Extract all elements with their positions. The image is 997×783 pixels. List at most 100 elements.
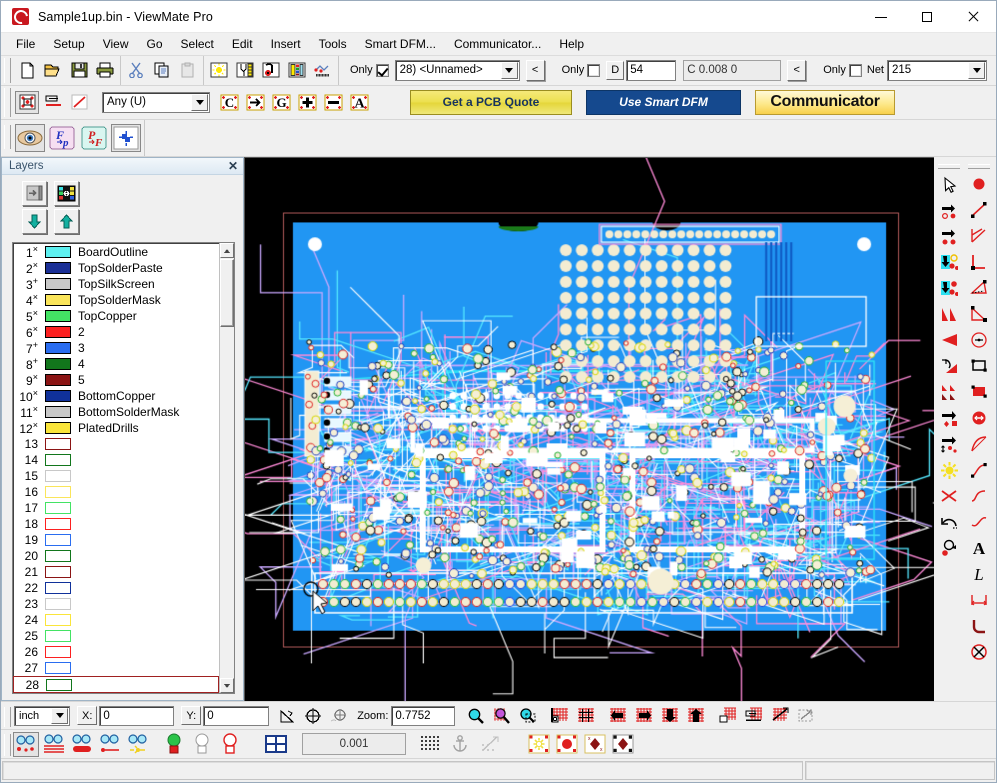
layer-row[interactable]: 14 [13,452,219,468]
layer-color-swatch[interactable] [45,614,71,627]
layer-color-swatch[interactable] [45,278,71,291]
glasses-trace-icon[interactable] [97,731,123,757]
dcode-prev-button[interactable]: < [787,59,807,81]
layer-color-swatch[interactable] [45,470,71,483]
zoom-in-icon[interactable] [464,704,489,727]
move-up-icon[interactable] [54,209,79,235]
layer-row[interactable]: 9× 5 [13,372,219,388]
draw-tri2-icon[interactable] [966,301,992,327]
move-pad-icon[interactable] [936,405,962,431]
layer-color-swatch[interactable] [45,326,71,339]
graphic-g-icon[interactable]: G [269,90,293,114]
move-down-icon[interactable] [22,209,47,235]
zoom-out-icon[interactable] [490,704,515,727]
glasses-flash-icon[interactable] [125,731,151,757]
draw-line-icon[interactable] [67,90,91,114]
toolbar-grip[interactable] [4,124,11,149]
flash-diamond-icon[interactable]: xx [582,731,608,757]
layer-color-swatch[interactable] [45,406,71,419]
grid-table-icon[interactable] [261,731,291,757]
layer-row[interactable]: 8+ 4 [13,356,219,372]
layer-color-swatch[interactable] [45,262,71,275]
layer-row[interactable]: 23 [13,596,219,612]
snap-grid-icon[interactable] [416,731,444,757]
aperture-icon[interactable] [233,58,257,82]
layers-color-icon[interactable] [285,58,309,82]
layer-row[interactable]: 26 [13,644,219,660]
light-off-icon[interactable] [189,731,215,757]
fit-board-icon[interactable] [548,704,573,727]
draw-curve3-icon[interactable] [966,509,992,535]
step-repeat-icon[interactable] [936,431,962,457]
layer-color-swatch[interactable] [45,502,71,515]
menu-tools[interactable]: Tools [310,34,356,54]
layer-color-swatch[interactable] [45,294,71,307]
scale-shape-icon[interactable] [936,379,962,405]
glasses-lines-icon[interactable] [41,731,67,757]
undo-arc-icon[interactable] [936,509,962,535]
layer-only-checkbox[interactable] [375,63,389,77]
menu-help[interactable]: Help [550,34,593,54]
layer-colors-icon[interactable] [54,181,79,207]
entity-type-combo[interactable]: Any (U) [102,91,210,113]
glasses-dots-icon[interactable] [13,731,39,757]
layer-row[interactable]: 18 [13,516,219,532]
zoom-select-icon[interactable] [794,704,819,727]
layer-row[interactable]: 15 [13,468,219,484]
close-button[interactable] [950,1,996,33]
draw-corner-icon[interactable] [966,249,992,275]
maximize-button[interactable] [904,1,950,33]
plus-pad-icon[interactable] [295,90,319,114]
layer-color-swatch[interactable] [45,598,71,611]
paste-icon[interactable] [176,58,200,82]
draw-line-icon[interactable] [966,197,992,223]
layer-prev-button[interactable]: < [525,59,545,81]
layer-list[interactable]: 1× BoardOutline 2× TopSolderPaste 3+ TopSilkS… [12,242,235,694]
zoom-area-icon[interactable] [716,704,741,727]
goto-arrow-icon[interactable] [243,90,267,114]
layer-row[interactable]: 16 [13,484,219,500]
toolbar-grip[interactable] [938,164,960,170]
dcode-d-button[interactable]: D [606,60,625,80]
import-down-icon[interactable] [936,249,962,275]
grid-view-icon[interactable] [574,704,599,727]
toolbar-grip[interactable] [968,164,990,170]
snap-target-icon[interactable] [327,704,352,727]
add-net-icon[interactable] [111,123,141,152]
draw-circle-icon[interactable] [966,327,992,353]
menu-communicator[interactable]: Communicator... [445,34,550,54]
pcb-render[interactable] [245,158,934,701]
draw-arc-icon[interactable] [966,431,992,457]
pan-up-icon[interactable] [684,704,709,727]
layer-color-swatch[interactable] [45,246,71,259]
new-document-icon[interactable] [15,58,39,82]
layer-row[interactable]: 24 [13,612,219,628]
eye-visibility-icon[interactable] [15,123,45,152]
layer-color-swatch[interactable] [45,390,71,403]
x-coordinate-field[interactable]: 0 [99,705,175,726]
draw-rect-filled-icon[interactable] [966,379,992,405]
draw-obround-icon[interactable] [966,405,992,431]
layer-color-swatch[interactable] [45,582,71,595]
layer-color-swatch[interactable] [45,486,71,499]
flash-display-icon[interactable] [207,58,231,82]
toolbar-grip[interactable] [4,87,11,117]
save-disk-icon[interactable] [67,58,91,82]
layer-color-swatch[interactable] [45,438,71,451]
layer-row[interactable]: 20 [13,548,219,564]
dcode-value-field[interactable]: 54 [626,59,677,81]
pointer-select-icon[interactable] [936,171,962,197]
flash-to-pad-icon[interactable]: Fp [47,123,77,152]
layer-row[interactable]: 27 [13,660,219,676]
layer-color-swatch[interactable] [45,566,71,579]
redraw-icon[interactable] [768,704,793,727]
import-down-2-icon[interactable] [936,275,962,301]
zoom-window-icon[interactable] [516,704,541,727]
layer-row[interactable]: 22 [13,580,219,596]
text-l-icon[interactable]: L [966,561,992,587]
layer-row[interactable]: 6× 2 [13,324,219,340]
select-pads-icon[interactable] [15,90,39,114]
dcode-only-checkbox[interactable] [587,63,601,77]
layer-row[interactable]: 4× TopSolderMask [13,292,219,308]
copy-pad-icon[interactable] [936,223,962,249]
